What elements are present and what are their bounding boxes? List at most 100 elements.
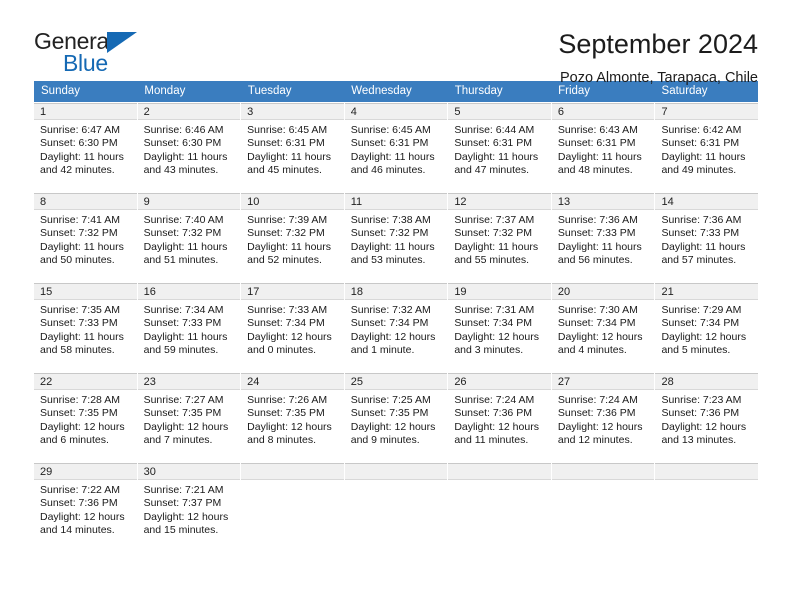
sunrise-text: Sunrise: 7:24 AM xyxy=(557,394,638,406)
day-cell[interactable]: 18 Sunrise: 7:32 AM Sunset: 7:34 PM Dayl… xyxy=(344,283,449,372)
day-cell-empty xyxy=(655,463,759,552)
day-cell[interactable]: 25 Sunrise: 7:25 AM Sunset: 7:35 PM Dayl… xyxy=(344,373,449,462)
sunset-text: Sunset: 7:36 PM xyxy=(661,407,740,420)
day-cell[interactable]: 26 Sunrise: 7:24 AM Sunset: 7:36 PM Dayl… xyxy=(448,373,552,462)
day-number: 20 xyxy=(551,283,655,300)
day-cell[interactable]: 24 Sunrise: 7:26 AM Sunset: 7:35 PM Dayl… xyxy=(241,373,345,462)
day-details: Sunrise: 7:39 AM Sunset: 7:32 PM Dayligh… xyxy=(241,210,344,268)
day-number: 21 xyxy=(655,283,759,300)
daylight-text-line1: Daylight: 11 hours xyxy=(143,240,228,253)
day-cell[interactable]: 8 Sunrise: 7:41 AM Sunset: 7:32 PM Dayli… xyxy=(34,193,138,282)
generalblue-logo[interactable]: General Blue xyxy=(34,28,164,80)
week-row: 15 Sunrise: 7:35 AM Sunset: 7:33 PM Dayl… xyxy=(34,282,759,372)
daylight-text-line1: Daylight: 11 hours xyxy=(661,240,746,253)
day-number: 7 xyxy=(655,103,759,120)
day-number: 18 xyxy=(344,283,448,300)
day-cell[interactable]: 23 Sunrise: 7:27 AM Sunset: 7:35 PM Dayl… xyxy=(137,373,242,462)
day-number: 25 xyxy=(344,373,448,390)
day-cell[interactable]: 19 Sunrise: 7:31 AM Sunset: 7:34 PM Dayl… xyxy=(448,283,552,372)
day-cell[interactable]: 3 Sunrise: 6:45 AM Sunset: 6:31 PM Dayli… xyxy=(241,103,345,192)
day-cell[interactable]: 10 Sunrise: 7:39 AM Sunset: 7:32 PM Dayl… xyxy=(241,193,345,282)
daylight-text-line1: Daylight: 12 hours xyxy=(350,420,436,433)
daylight-text-line2: and 43 minutes. xyxy=(143,164,219,177)
day-cell[interactable]: 9 Sunrise: 7:40 AM Sunset: 7:32 PM Dayli… xyxy=(137,193,242,282)
day-cell[interactable]: 22 Sunrise: 7:28 AM Sunset: 7:35 PM Dayl… xyxy=(34,373,138,462)
sunset-text: Sunset: 7:32 PM xyxy=(350,227,429,240)
week-row: 29 Sunrise: 7:22 AM Sunset: 7:36 PM Dayl… xyxy=(34,462,759,552)
sunset-text: Sunset: 7:35 PM xyxy=(40,407,118,420)
weekday-tuesday: Tuesday xyxy=(247,85,292,97)
day-number: 28 xyxy=(655,373,759,390)
daylight-text-line1: Daylight: 11 hours xyxy=(350,240,435,253)
daylight-text-line1: Daylight: 11 hours xyxy=(350,150,435,163)
day-cell[interactable]: 16 Sunrise: 7:34 AM Sunset: 7:33 PM Dayl… xyxy=(137,283,242,372)
day-details: Sunrise: 6:44 AM Sunset: 6:31 PM Dayligh… xyxy=(448,120,551,178)
day-number: 5 xyxy=(448,103,551,120)
day-cell[interactable]: 30 Sunrise: 7:21 AM Sunset: 7:37 PM Dayl… xyxy=(137,463,242,552)
day-cell[interactable]: 5 Sunrise: 6:44 AM Sunset: 6:31 PM Dayli… xyxy=(448,103,552,192)
daylight-text-line1: Daylight: 12 hours xyxy=(143,420,229,433)
daylight-text-line1: Daylight: 11 hours xyxy=(143,330,228,343)
day-cell[interactable]: 21 Sunrise: 7:29 AM Sunset: 7:34 PM Dayl… xyxy=(655,283,759,372)
daylight-text-line1: Daylight: 11 hours xyxy=(247,240,332,253)
sunrise-text: Sunrise: 7:40 AM xyxy=(143,214,224,226)
day-details: Sunrise: 6:43 AM Sunset: 6:31 PM Dayligh… xyxy=(552,120,655,178)
day-number: 23 xyxy=(137,373,241,390)
day-details: Sunrise: 6:42 AM Sunset: 6:31 PM Dayligh… xyxy=(655,120,758,178)
day-number xyxy=(448,463,551,480)
day-number: 13 xyxy=(551,193,655,210)
sunrise-text: Sunrise: 7:21 AM xyxy=(143,484,224,496)
daylight-text-line1: Daylight: 12 hours xyxy=(661,420,747,433)
day-cell[interactable]: 11 Sunrise: 7:38 AM Sunset: 7:32 PM Dayl… xyxy=(344,193,449,282)
day-details: Sunrise: 7:27 AM Sunset: 7:35 PM Dayligh… xyxy=(138,390,241,448)
day-cell[interactable]: 28 Sunrise: 7:23 AM Sunset: 7:36 PM Dayl… xyxy=(655,373,759,462)
sunset-text: Sunset: 7:34 PM xyxy=(557,317,636,330)
daylight-text-line2: and 59 minutes. xyxy=(143,344,219,357)
day-number: 17 xyxy=(241,283,344,300)
daylight-text-line2: and 49 minutes. xyxy=(661,164,737,177)
sunrise-text: Sunrise: 6:43 AM xyxy=(557,124,638,136)
day-cell[interactable]: 29 Sunrise: 7:22 AM Sunset: 7:36 PM Dayl… xyxy=(34,463,138,552)
daylight-text-line2: and 0 minutes. xyxy=(247,344,317,357)
daylight-text-line2: and 55 minutes. xyxy=(454,254,530,267)
day-number xyxy=(551,463,655,480)
day-details: Sunrise: 7:24 AM Sunset: 7:36 PM Dayligh… xyxy=(448,390,551,448)
weekday-wednesday: Wednesday xyxy=(351,85,412,97)
weekday-friday: Friday xyxy=(558,85,591,97)
week-row: 22 Sunrise: 7:28 AM Sunset: 7:35 PM Dayl… xyxy=(34,372,759,462)
day-cell[interactable]: 4 Sunrise: 6:45 AM Sunset: 6:31 PM Dayli… xyxy=(344,103,449,192)
daylight-text-line1: Daylight: 12 hours xyxy=(40,510,125,523)
day-cell[interactable]: 15 Sunrise: 7:35 AM Sunset: 7:33 PM Dayl… xyxy=(34,283,138,372)
day-number: 14 xyxy=(655,193,759,210)
day-details: Sunrise: 7:29 AM Sunset: 7:34 PM Dayligh… xyxy=(655,300,758,358)
weekday-saturday: Saturday xyxy=(661,85,708,97)
day-details: Sunrise: 7:32 AM Sunset: 7:34 PM Dayligh… xyxy=(345,300,448,358)
sunset-text: Sunset: 7:34 PM xyxy=(661,317,740,330)
sunrise-text: Sunrise: 7:34 AM xyxy=(143,304,224,316)
sunrise-text: Sunrise: 7:29 AM xyxy=(661,304,742,316)
daylight-text-line1: Daylight: 11 hours xyxy=(40,330,124,343)
day-cell[interactable]: 2 Sunrise: 6:46 AM Sunset: 6:30 PM Dayli… xyxy=(137,103,242,192)
day-cell[interactable]: 7 Sunrise: 6:42 AM Sunset: 6:31 PM Dayli… xyxy=(655,103,759,192)
day-details: Sunrise: 7:30 AM Sunset: 7:34 PM Dayligh… xyxy=(552,300,655,358)
day-cell[interactable]: 20 Sunrise: 7:30 AM Sunset: 7:34 PM Dayl… xyxy=(551,283,656,372)
day-cell[interactable]: 6 Sunrise: 6:43 AM Sunset: 6:31 PM Dayli… xyxy=(551,103,656,192)
sunset-text: Sunset: 6:30 PM xyxy=(143,137,222,150)
day-details: Sunrise: 7:35 AM Sunset: 7:33 PM Dayligh… xyxy=(34,300,137,358)
day-details: Sunrise: 7:36 AM Sunset: 7:33 PM Dayligh… xyxy=(655,210,758,268)
day-cell[interactable]: 27 Sunrise: 7:24 AM Sunset: 7:36 PM Dayl… xyxy=(551,373,656,462)
sunset-text: Sunset: 6:31 PM xyxy=(454,137,532,150)
day-number: 8 xyxy=(34,193,137,210)
day-cell[interactable]: 14 Sunrise: 7:36 AM Sunset: 7:33 PM Dayl… xyxy=(655,193,759,282)
day-number: 16 xyxy=(137,283,241,300)
day-cell[interactable]: 17 Sunrise: 7:33 AM Sunset: 7:34 PM Dayl… xyxy=(241,283,345,372)
page-title: September 2024 xyxy=(558,29,758,59)
sunrise-text: Sunrise: 6:47 AM xyxy=(40,124,120,136)
day-cell[interactable]: 13 Sunrise: 7:36 AM Sunset: 7:33 PM Dayl… xyxy=(551,193,656,282)
day-cell[interactable]: 1 Sunrise: 6:47 AM Sunset: 6:30 PM Dayli… xyxy=(34,103,138,192)
day-number: 22 xyxy=(34,373,137,390)
day-cell[interactable]: 12 Sunrise: 7:37 AM Sunset: 7:32 PM Dayl… xyxy=(448,193,552,282)
daylight-text-line1: Daylight: 12 hours xyxy=(454,330,539,343)
daylight-text-line2: and 8 minutes. xyxy=(247,434,317,447)
day-details: Sunrise: 6:45 AM Sunset: 6:31 PM Dayligh… xyxy=(345,120,448,178)
